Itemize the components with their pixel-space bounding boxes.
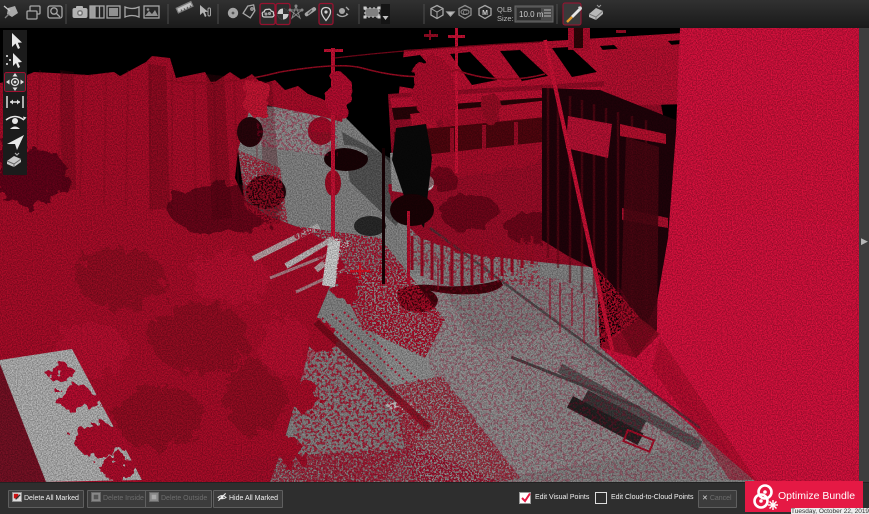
svg-text:M: M [482,10,488,17]
svg-text:Size:: Size: [497,14,514,23]
svg-text:C: C [463,11,468,17]
svg-text:QLB: QLB [497,5,512,14]
svg-text:10.0 m: 10.0 m [519,10,544,19]
